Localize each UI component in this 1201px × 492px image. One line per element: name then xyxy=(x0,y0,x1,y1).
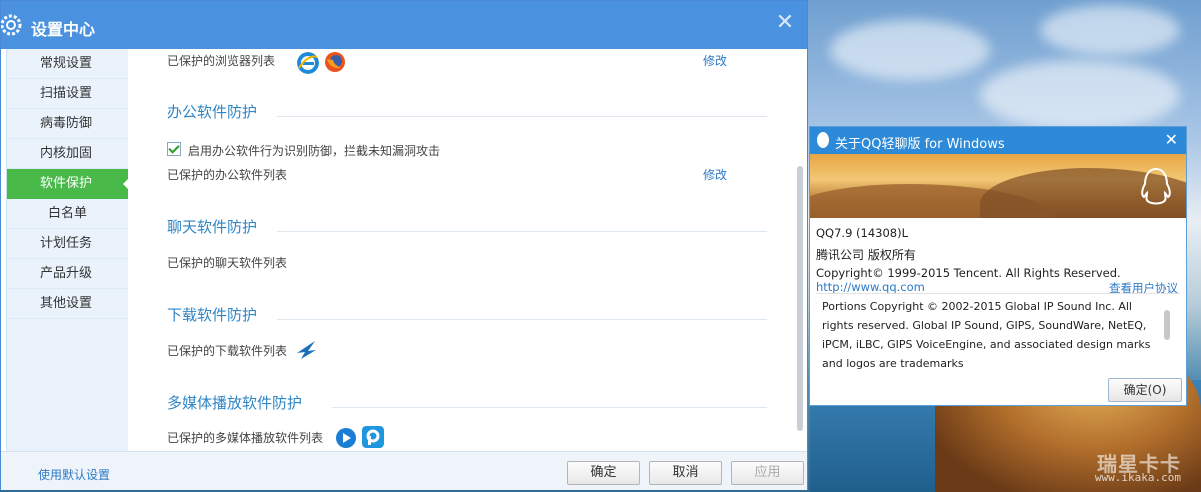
desktop-cloud xyxy=(1040,5,1180,55)
media-section-title: 多媒体播放软件防护 xyxy=(167,394,303,412)
window-title: 设置中心 xyxy=(31,20,96,39)
watermark-url: www.ikaka.com xyxy=(1094,471,1181,484)
gear-icon xyxy=(1,14,22,36)
title-bar: 设置中心 ✕ xyxy=(1,1,807,49)
desktop-cloud xyxy=(980,60,1180,130)
use-default-settings-link[interactable]: 使用默认设置 xyxy=(38,466,110,483)
sidebar-item-schedule[interactable]: 计划任务 xyxy=(7,229,128,259)
section-divider xyxy=(332,407,767,408)
qq-about-dialog: 关于QQ轻聊版 for Windows ✕ QQ7.9 (14308)L 腾讯公… xyxy=(809,126,1187,406)
sidebar-item-kernel[interactable]: 内核加固 xyxy=(7,139,128,169)
desktop-cloud xyxy=(830,20,990,80)
media-player-icon[interactable] xyxy=(335,427,357,449)
qq-ok-button[interactable]: 确定(O) xyxy=(1108,378,1182,402)
footer-bar: 使用默认设置 确定 取消 应用 xyxy=(1,451,807,490)
browser-list-label: 已保护的浏览器列表 xyxy=(167,54,276,68)
browser-modify-link[interactable]: 修改 xyxy=(703,52,727,69)
download-section-title: 下载软件防护 xyxy=(167,306,258,324)
ie-icon[interactable] xyxy=(297,52,319,74)
thunder-download-icon[interactable] xyxy=(295,339,317,361)
section-divider xyxy=(277,231,767,232)
firefox-icon[interactable] xyxy=(324,51,346,73)
pptv-icon[interactable] xyxy=(362,426,384,448)
ok-button[interactable]: 确定 xyxy=(567,461,640,485)
chat-section-title: 聊天软件防护 xyxy=(167,218,258,236)
sidebar-item-upgrade[interactable]: 产品升级 xyxy=(7,259,128,289)
sidebar-item-virus-defense[interactable]: 病毒防御 xyxy=(7,109,128,139)
qq-license-textbox[interactable]: Portions Copyright © 2002-2015 Global IP… xyxy=(816,293,1180,374)
media-list-label: 已保护的多媒体播放软件列表 xyxy=(167,431,324,445)
sidebar-item-software-protection[interactable]: 软件保护 xyxy=(7,169,129,199)
qq-website-link[interactable]: http://www.qq.com xyxy=(816,280,925,294)
qq-banner-image xyxy=(810,154,1186,218)
settings-content: 已保护的浏览器列表 修改 办公软件防护 启用办公软件行为识别防御，拦截未知漏洞攻… xyxy=(127,49,795,451)
qq-copyright: Copyright© 1999-2015 Tencent. All Rights… xyxy=(816,266,1121,280)
sidebar-item-scan[interactable]: 扫描设置 xyxy=(7,79,128,109)
qq-license-text: Portions Copyright © 2002-2015 Global IP… xyxy=(822,300,1151,370)
section-divider xyxy=(277,116,767,117)
qq-logo-icon xyxy=(1141,167,1171,205)
section-divider xyxy=(277,319,767,320)
close-icon[interactable]: ✕ xyxy=(775,12,795,34)
office-list-label: 已保护的办公软件列表 xyxy=(167,168,288,182)
office-modify-link[interactable]: 修改 xyxy=(703,166,727,183)
sidebar-item-whitelist[interactable]: 白名单 xyxy=(7,199,128,229)
qq-license-scrollbar[interactable] xyxy=(1164,310,1170,340)
qq-dialog-titlebar: 关于QQ轻聊版 for Windows ✕ xyxy=(810,127,1186,154)
office-behavior-label: 启用办公软件行为识别防御，拦截未知漏洞攻击 xyxy=(188,144,441,158)
download-list-label: 已保护的下载软件列表 xyxy=(167,344,288,358)
chat-list-label: 已保护的聊天软件列表 xyxy=(167,256,288,270)
qq-close-icon[interactable]: ✕ xyxy=(1165,130,1178,149)
settings-window: 设置中心 ✕ 常规设置 扫描设置 病毒防御 内核加固 软件保护 白名单 计划任务… xyxy=(0,0,808,490)
sidebar-item-other[interactable]: 其他设置 xyxy=(7,289,128,319)
apply-button[interactable]: 应用 xyxy=(731,461,804,485)
office-behavior-checkbox[interactable] xyxy=(167,142,181,156)
watermark: 瑞星卡卡 www.ikaka.com xyxy=(1094,452,1181,484)
qq-company: 腾讯公司 版权所有 xyxy=(816,248,916,262)
watermark-brand: 瑞星卡卡 xyxy=(1097,452,1181,476)
qq-version: QQ7.9 (14308)L xyxy=(816,226,909,240)
office-section-title: 办公软件防护 xyxy=(167,103,258,121)
sidebar: 常规设置 扫描设置 病毒防御 内核加固 软件保护 白名单 计划任务 产品升级 其… xyxy=(6,49,129,451)
content-scrollbar[interactable] xyxy=(797,166,803,431)
qq-dialog-title: 关于QQ轻聊版 for Windows xyxy=(835,137,1005,152)
sidebar-item-general[interactable]: 常规设置 xyxy=(7,49,128,79)
qq-penguin-icon xyxy=(817,132,829,148)
cancel-button[interactable]: 取消 xyxy=(649,461,722,485)
